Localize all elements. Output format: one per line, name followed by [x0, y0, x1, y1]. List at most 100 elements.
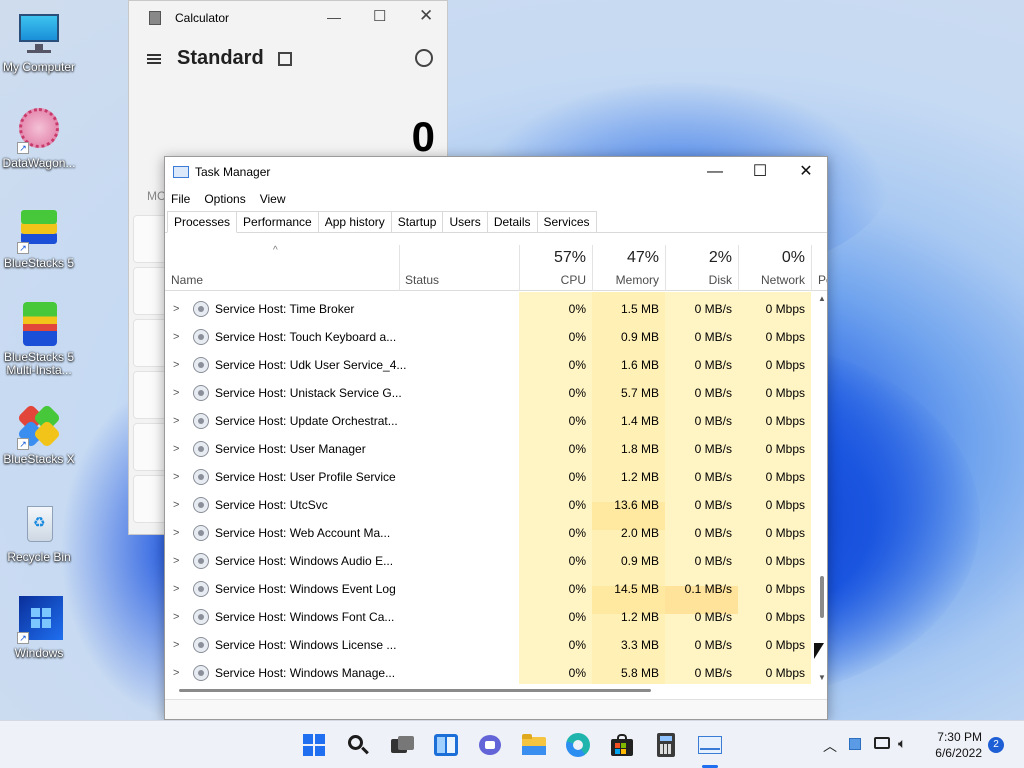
tab-services[interactable]: Services: [536, 211, 597, 232]
desktop-icon-datawagon[interactable]: ↗ DataWagon...: [0, 106, 78, 170]
process-memory: 5.7 MB: [620, 386, 659, 400]
column-header-cpu[interactable]: 57% CPU: [519, 245, 592, 291]
volume-icon[interactable]: 🔈︎: [898, 735, 906, 752]
store-icon[interactable]: [609, 732, 635, 758]
column-header-power[interactable]: Po: [812, 245, 827, 291]
chevron-right-icon[interactable]: >: [173, 611, 179, 623]
desktop-icon-bluestacks-multi[interactable]: BlueStacks 5 Multi-Insta...: [0, 300, 78, 377]
process-memory: 0.9 MB: [620, 554, 659, 568]
column-header-network[interactable]: 0% Network: [738, 245, 811, 291]
close-button[interactable]: ✕: [419, 6, 433, 26]
process-row[interactable]: > Service Host: Touch Keyboard a... 0% 0.9 …: [165, 323, 820, 351]
notification-badge[interactable]: 2: [988, 737, 1004, 753]
process-row[interactable]: > Service Host: Update Orchestrat... 0% 1.4…: [165, 407, 820, 435]
clock-date: 6/6/2022: [935, 746, 982, 760]
chevron-right-icon[interactable]: >: [173, 303, 179, 315]
column-header-disk[interactable]: 2% Disk: [665, 245, 738, 291]
edge-icon[interactable]: [565, 732, 591, 758]
chevron-right-icon[interactable]: >: [173, 387, 179, 399]
calculator-key[interactable]: [133, 215, 167, 263]
shortcut-arrow-icon: ↗: [17, 142, 29, 154]
calculator-key[interactable]: [133, 423, 167, 471]
maximize-button[interactable]: ☐: [737, 157, 783, 187]
minimize-button[interactable]: —: [327, 9, 341, 25]
keep-on-top-icon[interactable]: [277, 51, 292, 66]
tab-details[interactable]: Details: [486, 211, 538, 232]
desktop-icon-bluestacks-5[interactable]: ↗ BlueStacks 5: [0, 206, 78, 270]
desktop-icon-my-computer[interactable]: My Computer: [0, 10, 78, 74]
process-name: Service Host: Windows Manage...: [215, 666, 396, 680]
widgets-icon[interactable]: [433, 732, 459, 758]
search-icon[interactable]: [345, 732, 371, 758]
task-manager-window[interactable]: Task Manager — ☐ ✕ File Options View Pro…: [164, 156, 828, 720]
chevron-right-icon[interactable]: >: [173, 667, 179, 679]
chevron-up-icon[interactable]: ︿: [823, 736, 837, 756]
process-row[interactable]: > Service Host: Web Account Ma... 0% 2.0 MB…: [165, 519, 820, 547]
process-row[interactable]: > Service Host: Windows Font Ca... 0% 1.2 M…: [165, 603, 820, 631]
process-row[interactable]: > Service Host: Windows Event Log 0% 14.5 M…: [165, 575, 820, 603]
teams-chat-icon[interactable]: [477, 732, 503, 758]
desktop-icon-label: My Computer: [2, 60, 76, 74]
desktop-icon-bluestacks-x[interactable]: ↗ BlueStacks X: [0, 402, 78, 466]
chevron-right-icon[interactable]: >: [173, 471, 179, 483]
memory-clear-button[interactable]: MC: [147, 189, 166, 203]
calculator-key[interactable]: [133, 267, 167, 315]
process-row[interactable]: > Service Host: Windows License ... 0% 3.3 …: [165, 631, 820, 659]
chevron-right-icon[interactable]: >: [173, 639, 179, 651]
desktop-icon-windows[interactable]: ↗ Windows: [0, 596, 78, 660]
menu-view[interactable]: View: [260, 192, 286, 206]
chevron-right-icon[interactable]: >: [173, 527, 179, 539]
calculator-key[interactable]: [133, 319, 167, 367]
scroll-up-arrow-icon[interactable]: ▲: [818, 294, 826, 303]
process-row[interactable]: > Service Host: User Profile Service 0% 1.2…: [165, 463, 820, 491]
process-row[interactable]: > Service Host: Windows Manage... 0% 5.8 MB…: [165, 659, 820, 684]
history-icon[interactable]: [415, 49, 433, 67]
scroll-thumb[interactable]: [820, 576, 824, 618]
chevron-right-icon[interactable]: >: [173, 359, 179, 371]
chevron-right-icon[interactable]: >: [173, 415, 179, 427]
chevron-right-icon[interactable]: >: [173, 331, 179, 343]
tab-processes[interactable]: Processes: [167, 211, 238, 233]
minimize-button[interactable]: —: [692, 157, 738, 187]
calculator-titlebar[interactable]: Calculator: [129, 1, 447, 35]
task-manager-icon[interactable]: [697, 732, 723, 758]
calculator-icon[interactable]: [653, 732, 679, 758]
close-button[interactable]: ✕: [783, 157, 827, 187]
vertical-scrollbar[interactable]: ▲ ▼: [816, 292, 827, 684]
calculator-key[interactable]: [133, 475, 167, 523]
menu-options[interactable]: Options: [204, 192, 245, 206]
start-icon[interactable]: [301, 732, 327, 758]
scroll-down-arrow-icon[interactable]: ▼: [818, 673, 826, 682]
column-label-status: Status: [405, 273, 440, 287]
clock[interactable]: 7:30 PM 6/6/2022: [935, 729, 982, 761]
column-header-name[interactable]: ^ Name: [165, 245, 399, 291]
maximize-button[interactable]: ☐: [373, 7, 386, 25]
column-header-memory[interactable]: 47% Memory: [592, 245, 665, 291]
process-row[interactable]: > Service Host: User Manager 0% 1.8 MB 0 MB/…: [165, 435, 820, 463]
tab-startup[interactable]: Startup: [390, 211, 444, 232]
shortcut-arrow-icon: ↗: [17, 632, 29, 644]
tray-app-icon[interactable]: [849, 738, 861, 750]
tab-users[interactable]: Users: [442, 211, 488, 232]
file-explorer-icon[interactable]: [521, 732, 547, 758]
menu-file[interactable]: File: [171, 192, 190, 206]
tab-performance[interactable]: Performance: [236, 211, 319, 232]
tab-app-history[interactable]: App history: [317, 211, 392, 232]
process-row[interactable]: > Service Host: Udk User Service_4... 0% 1.…: [165, 351, 820, 379]
calculator-key[interactable]: [133, 371, 167, 419]
chevron-right-icon[interactable]: >: [173, 443, 179, 455]
process-row[interactable]: > Service Host: Time Broker 0% 1.5 MB 0 MB/s…: [165, 295, 820, 323]
horizontal-scroll-thumb[interactable]: [179, 689, 651, 692]
process-row[interactable]: > Service Host: UtcSvc 0% 13.6 MB 0 MB/s 0 Mb…: [165, 491, 820, 519]
task-view-icon[interactable]: [389, 732, 415, 758]
process-row[interactable]: > Service Host: Unistack Service G... 0% 5.…: [165, 379, 820, 407]
process-memory: 1.4 MB: [620, 414, 659, 428]
process-row[interactable]: > Service Host: Windows Audio E... 0% 0.9 M…: [165, 547, 820, 575]
chevron-right-icon[interactable]: >: [173, 499, 179, 511]
hamburger-menu-icon[interactable]: [147, 53, 161, 64]
network-icon[interactable]: [874, 737, 890, 749]
desktop-icon-recycle-bin[interactable]: ♻ Recycle Bin: [0, 500, 78, 564]
column-header-status[interactable]: Status: [399, 245, 519, 291]
chevron-right-icon[interactable]: >: [173, 555, 179, 567]
chevron-right-icon[interactable]: >: [173, 583, 179, 595]
